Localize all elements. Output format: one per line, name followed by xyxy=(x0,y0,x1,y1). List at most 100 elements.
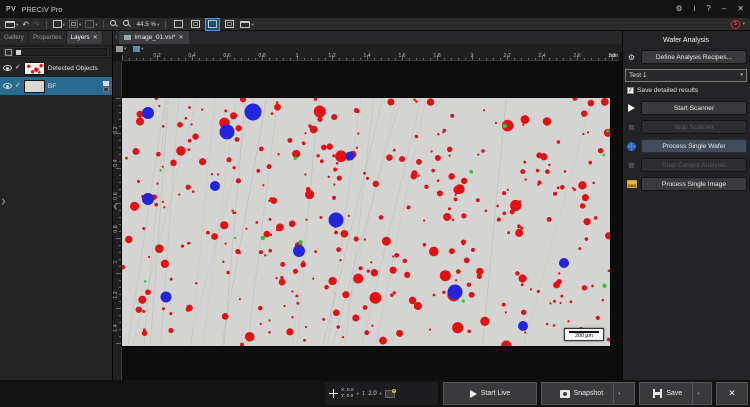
settings-icon[interactable]: ⚙ xyxy=(675,0,682,18)
layer-thumbnail xyxy=(24,80,45,93)
image-file-icon xyxy=(124,35,131,40)
ruler-label: 1.6 xyxy=(398,53,405,59)
view-fit-width-button[interactable] xyxy=(189,19,202,30)
select-tool-button[interactable]: ▾ xyxy=(53,18,65,31)
copy-icon xyxy=(69,20,78,28)
ruler-tick xyxy=(119,112,121,113)
tab-close-icon[interactable]: ✕ xyxy=(93,34,98,41)
ruler-tick xyxy=(119,245,121,246)
vertical-ruler: 0.20.40.60.811.21.4 xyxy=(113,61,122,380)
ruler-tick xyxy=(122,55,123,60)
start-live-label: Start Live xyxy=(481,390,511,397)
layer-checkbox[interactable]: ✓ xyxy=(15,64,21,72)
image-canvas[interactable]: 0.20.40.60.811.21.4 200 µm xyxy=(113,61,622,380)
layer-option-icon[interactable] xyxy=(103,87,109,92)
help-icon[interactable]: ? xyxy=(706,0,710,18)
layer-visibility-eye-icon[interactable] xyxy=(3,83,12,89)
redo-button[interactable]: ↷ xyxy=(33,18,40,31)
layer-filter-box[interactable] xyxy=(14,48,107,56)
start-scanner-button[interactable]: Start Scanner xyxy=(641,101,747,115)
process-single-wafer-button[interactable]: Process Single Wafer xyxy=(641,139,747,153)
ruler-tick xyxy=(395,58,396,60)
ruler-tick xyxy=(119,294,121,295)
ruler-tick xyxy=(528,58,529,60)
document-mini-toolbar: ▾ ▾ xyxy=(113,44,622,53)
ruler-tick xyxy=(248,58,249,60)
view-fit-screen-button[interactable] xyxy=(206,19,219,30)
process-single-image-button[interactable]: Process Single Image xyxy=(641,177,747,191)
select-chevron-icon: ▾ xyxy=(740,69,743,82)
checkbox-checked-icon[interactable]: ✓ xyxy=(627,87,634,94)
zoom-level-dropdown[interactable]: 44.5 %▾ xyxy=(136,18,159,31)
start-live-button[interactable]: Start Live xyxy=(443,382,537,405)
select-rectangle-icon xyxy=(53,20,62,28)
layers-toolbar xyxy=(2,46,110,58)
snapshot-button[interactable]: Snapshot ▾ xyxy=(541,382,635,405)
stage-xy-chevron-icon[interactable]: ▾ xyxy=(357,387,359,400)
stage-move-icon[interactable] xyxy=(329,389,338,398)
ruler-tick xyxy=(430,58,431,60)
close-live-button[interactable]: ✕ xyxy=(716,382,748,405)
user-account-icon[interactable]: S xyxy=(731,20,740,29)
ruler-tick xyxy=(199,58,200,60)
snapshot-menu-chevron-icon[interactable]: ▾ xyxy=(613,383,624,404)
ruler-tick xyxy=(276,58,277,60)
save-icon xyxy=(653,389,662,398)
layer-row-bf[interactable]: ✓ BF xyxy=(0,77,112,95)
tab-properties[interactable]: Properties xyxy=(29,31,67,44)
tab-layers[interactable]: Layers✕ xyxy=(67,31,103,44)
ruler-tick xyxy=(185,58,186,60)
ruler-tick xyxy=(304,58,305,60)
ruler-tick xyxy=(444,58,445,60)
save-button[interactable]: Save ▾ xyxy=(639,382,712,405)
ruler-tick xyxy=(119,182,121,183)
tab-gallery[interactable]: Gallery xyxy=(0,31,29,44)
layer-checkbox[interactable]: ✓ xyxy=(15,82,21,90)
overlay-icon xyxy=(116,46,123,52)
stage-settings-icon[interactable]: + xyxy=(385,390,395,398)
recipe-select[interactable]: Test 1 ▾ xyxy=(625,69,747,82)
window-layout-button[interactable]: ▾ xyxy=(240,18,253,31)
layer-visibility-eye-icon[interactable] xyxy=(3,65,12,71)
scale-bar[interactable]: 200 µm xyxy=(564,328,604,341)
ruler-tick xyxy=(136,58,137,60)
zoom-out-button[interactable]: - xyxy=(110,18,119,31)
view-fullscreen-button[interactable] xyxy=(223,19,236,30)
ruler-label: 0.4 xyxy=(113,156,119,170)
define-analysis-recipes-button[interactable]: Define Analysis Recipes... xyxy=(641,50,747,64)
ruler-label: 2.4 xyxy=(538,53,545,59)
open-file-button[interactable]: ▾ xyxy=(5,18,18,31)
layer-lock-icon[interactable] xyxy=(103,81,109,86)
ruler-tick xyxy=(570,58,571,60)
toolbar-separator xyxy=(103,20,104,29)
transform-tool-button[interactable]: ▾ xyxy=(85,18,97,31)
tab-scroll-left-icon[interactable]: ‹ xyxy=(115,34,117,41)
z-axis-icon: ↕ xyxy=(362,390,366,397)
window-layout-icon xyxy=(240,21,250,28)
minimize-button[interactable]: – xyxy=(722,0,726,18)
ruler-label: 0.2 xyxy=(113,123,119,137)
zoom-in-button[interactable]: + xyxy=(123,18,132,31)
layer-grid-icon[interactable] xyxy=(5,49,12,56)
ruler-tick xyxy=(119,217,121,218)
save-menu-chevron-icon[interactable]: ▾ xyxy=(692,383,703,404)
view-actual-size-button[interactable] xyxy=(172,19,185,30)
stage-y-value: Y: 0.0 xyxy=(341,394,354,399)
document-tab[interactable]: Image_01.vsi* ✕ xyxy=(119,31,188,44)
stop-scanner-button[interactable]: Stop Scanner xyxy=(641,120,747,134)
gallery-flyout-handle[interactable]: ❯ xyxy=(1,198,6,205)
left-panel-collapse-handle[interactable]: ❮ xyxy=(113,203,118,210)
transform-icon xyxy=(85,20,94,28)
ruler-tick xyxy=(451,58,452,60)
copy-tool-button[interactable]: ▾ xyxy=(69,18,81,31)
stop-current-analysis-button[interactable]: Stop Current Analysis xyxy=(641,158,747,172)
save-detailed-results-checkbox[interactable]: ✓ Save detailed results xyxy=(627,87,747,94)
info-icon[interactable]: i xyxy=(694,0,696,18)
z-axis-chevron-icon[interactable]: ▾ xyxy=(380,387,382,400)
fullscreen-icon xyxy=(225,20,234,28)
document-tab-close-icon[interactable]: ✕ xyxy=(179,34,184,41)
specimen-image[interactable]: 200 µm xyxy=(122,98,610,346)
recipes-gear-icon: ⚙ xyxy=(625,53,638,62)
undo-button[interactable]: ↶ xyxy=(22,18,29,31)
layer-row-detected-objects[interactable]: ✓ Detected Objects xyxy=(0,59,112,77)
